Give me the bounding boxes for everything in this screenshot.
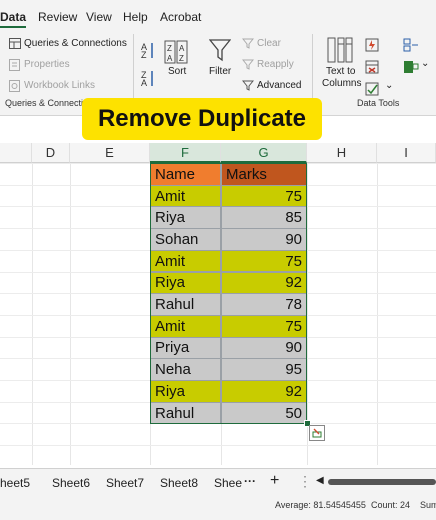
advanced-filter-icon: [242, 80, 254, 91]
table-cell-name[interactable]: Rahul: [150, 401, 221, 425]
ribbon-separator: [312, 34, 313, 108]
quick-analysis-icon[interactable]: [309, 425, 325, 441]
svg-text:A: A: [167, 54, 173, 63]
sheet-tab[interactable]: Shee: [214, 476, 242, 490]
text-to-label[interactable]: Text to: [326, 66, 355, 77]
clear-filter-icon: [242, 38, 254, 49]
workbook-links-icon: [9, 80, 20, 92]
table-cell-name[interactable]: Neha: [150, 358, 221, 381]
table-header-marks[interactable]: Marks: [221, 163, 307, 186]
table-cell-name[interactable]: Amit: [150, 249, 221, 273]
title-banner: Remove Duplicate: [82, 98, 322, 140]
column-header-f[interactable]: F: [150, 143, 221, 163]
status-bar: Average: 81.54545455 Count: 24 Sum: [0, 494, 436, 520]
table-cell-name[interactable]: Riya: [150, 380, 221, 403]
queries-connections-button[interactable]: Queries & Connections: [24, 38, 127, 49]
menu-review[interactable]: Review: [38, 10, 77, 24]
status-average: Average: 81.54545455: [275, 500, 366, 510]
table-cell-name[interactable]: Rahul: [150, 293, 221, 316]
menu-acrobat[interactable]: Acrobat: [160, 10, 201, 24]
add-sheet-button[interactable]: +: [270, 472, 279, 490]
table-cell-name[interactable]: Amit: [150, 184, 221, 208]
sheet-tab[interactable]: Sheet8: [160, 476, 198, 490]
svg-text:A: A: [141, 78, 147, 88]
menu-view[interactable]: View: [86, 10, 112, 24]
table-cell-marks[interactable]: 78: [221, 293, 307, 316]
sort-asc-desc-icon[interactable]: A Z Z A: [141, 40, 157, 92]
svg-text:Z: Z: [167, 44, 172, 53]
column-header-d[interactable]: D: [32, 143, 70, 163]
column-header-g[interactable]: G: [221, 143, 307, 163]
sheet-tab[interactable]: Sheet7: [106, 476, 144, 490]
reapply-button[interactable]: Reapply: [257, 59, 294, 70]
table-cell-marks[interactable]: 92: [221, 380, 307, 403]
table-cell-marks[interactable]: 50: [221, 401, 307, 425]
menu-help[interactable]: Help: [123, 10, 148, 24]
data-validation-icon[interactable]: [365, 82, 379, 96]
table-cell-name[interactable]: Riya: [150, 271, 221, 295]
svg-text:Z: Z: [179, 54, 184, 63]
table-cell-marks[interactable]: 90: [221, 228, 307, 251]
chevron-down-icon[interactable]: ⌄: [421, 58, 429, 69]
clear-button[interactable]: Clear: [257, 38, 281, 49]
ribbon-separator: [133, 34, 134, 108]
filter-button[interactable]: Filter: [209, 66, 231, 77]
table-cell-marks[interactable]: 92: [221, 271, 307, 295]
more-options-icon[interactable]: ⋮: [298, 473, 312, 490]
sort-icon[interactable]: Z A A Z: [164, 40, 188, 64]
status-count: Count: 24: [371, 500, 411, 510]
table-cell-marks[interactable]: 75: [221, 184, 307, 208]
menu-data[interactable]: Data: [0, 10, 27, 28]
menu-bar: Data Review View Help Acrobat: [0, 0, 436, 30]
more-sheets-button[interactable]: ···: [244, 474, 256, 488]
text-to-columns-icon[interactable]: [327, 36, 353, 64]
column-header-i[interactable]: I: [377, 143, 436, 163]
svg-text:Z: Z: [141, 50, 147, 60]
column-header-e[interactable]: E: [70, 143, 150, 163]
table-cell-name[interactable]: Priya: [150, 336, 221, 360]
horizontal-scrollbar[interactable]: [328, 479, 436, 485]
remove-duplicates-icon[interactable]: [365, 60, 379, 74]
table-cell-marks[interactable]: 95: [221, 358, 307, 381]
group-label-data-tools: Data Tools: [357, 98, 400, 108]
queries-icon: [9, 38, 21, 49]
table-cell-marks[interactable]: 75: [221, 249, 307, 273]
scroll-left-icon[interactable]: ◀: [316, 475, 324, 486]
sort-button[interactable]: Sort: [168, 66, 186, 77]
relationships-icon[interactable]: [403, 60, 419, 74]
table-header-name[interactable]: Name: [150, 163, 221, 186]
corner-cell[interactable]: [0, 143, 32, 163]
chevron-down-icon[interactable]: ⌄: [385, 80, 393, 91]
columns-label[interactable]: Columns: [322, 78, 361, 89]
workbook-links-button[interactable]: Workbook Links: [24, 80, 95, 91]
svg-text:A: A: [179, 44, 185, 53]
sheet-tab[interactable]: Sheet6: [52, 476, 90, 490]
table-cell-marks[interactable]: 85: [221, 206, 307, 230]
grid-line: [0, 445, 436, 447]
filter-icon[interactable]: [209, 38, 231, 62]
group-label-queries: Queries & Connectio: [5, 98, 89, 108]
table-cell-name[interactable]: Sohan: [150, 228, 221, 251]
reapply-icon: [242, 59, 254, 70]
sheet-tab[interactable]: heet5: [0, 476, 30, 490]
table-cell-marks[interactable]: 75: [221, 314, 307, 338]
advanced-button[interactable]: Advanced: [257, 80, 301, 91]
sheet-tab-bar: heet5 Sheet6 Sheet7 Sheet8 Shee ··· + ⋮ …: [0, 468, 436, 495]
status-sum: Sum: [420, 500, 436, 510]
table-cell-marks[interactable]: 90: [221, 336, 307, 360]
table-cell-name[interactable]: Riya: [150, 206, 221, 230]
table-cell-name[interactable]: Amit: [150, 314, 221, 338]
properties-button[interactable]: Properties: [24, 59, 70, 70]
properties-icon: [9, 59, 20, 71]
column-header-h[interactable]: H: [307, 143, 377, 163]
flash-fill-icon[interactable]: [365, 38, 379, 52]
consolidate-icon[interactable]: [403, 38, 419, 52]
